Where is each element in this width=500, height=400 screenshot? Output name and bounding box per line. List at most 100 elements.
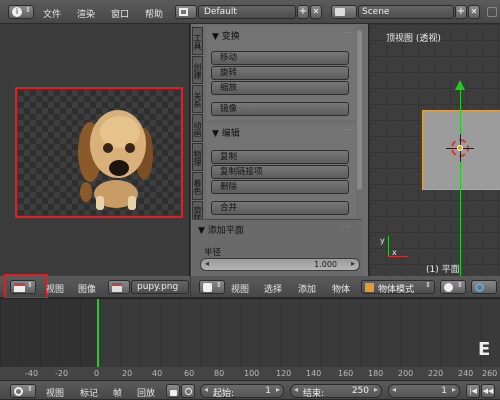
timeline-tick: 240 (458, 369, 474, 378)
timeline-tick: 180 (368, 369, 384, 378)
rotate-button[interactable]: 旋转 (211, 66, 349, 80)
play-reverse-button[interactable]: ◀◀ (481, 384, 495, 398)
timeline-tick: 0 (94, 369, 100, 378)
current-frame-line[interactable] (97, 299, 99, 367)
timeline-tick: -40 (25, 369, 39, 378)
tab-physics[interactable]: 物理 (192, 143, 203, 171)
sphere-shading-icon (444, 283, 453, 292)
menu-file[interactable]: 文件 (43, 7, 61, 20)
image-editor-header: ⇕ 视图 图像 pupy.png (0, 274, 190, 299)
object-mode-icon (365, 283, 374, 292)
timeline-tick: 40 (152, 369, 163, 378)
mirror-button[interactable]: 镜像 (211, 102, 349, 116)
timeline-view-menu[interactable]: 视图 (46, 386, 64, 399)
viewport-title: 顶视图 (透视) (386, 34, 441, 44)
interaction-mode-dropdown[interactable]: 物体模式 ⇕ (361, 280, 435, 295)
image-name-field[interactable]: pupy.png (131, 280, 189, 294)
scene-add-button[interactable]: + (455, 5, 467, 19)
image-editor-icon (14, 283, 25, 292)
chevron-left-icon[interactable]: ◂ (294, 385, 298, 394)
end-frame-label: 结束: (303, 389, 325, 399)
axis-gizmo-y (388, 236, 389, 256)
timeline-frame-menu[interactable]: 帧 (113, 386, 122, 399)
timeline-tick: 20 (122, 369, 133, 378)
chevron-left-icon[interactable]: ◂ (205, 259, 209, 268)
tool-shelf-scrollbar[interactable] (357, 30, 362, 190)
lock-toggle[interactable] (166, 384, 180, 398)
close-icon: ✕ (312, 7, 320, 16)
scene-icon-button[interactable] (331, 5, 357, 19)
tab-create[interactable]: 创建 (192, 56, 203, 84)
jump-start-button[interactable]: |◀ (466, 384, 480, 398)
layout-icon-button[interactable] (175, 5, 197, 19)
timeline-ruler[interactable]: -40 -20 0 20 40 60 80 100 120 140 160 18… (0, 367, 500, 381)
menu-window[interactable]: 窗口 (111, 7, 129, 20)
viewport-select-menu[interactable]: 选择 (264, 282, 282, 295)
pivot-dropdown[interactable] (471, 280, 497, 294)
timeline-tick: 260 (482, 369, 498, 378)
viewport-view-menu[interactable]: 视图 (231, 282, 249, 295)
edit-panel: ▼ 编辑 ⋯ 复制 复制链接项 删除 合并 (206, 123, 356, 217)
current-frame-field[interactable]: ◂ 1 ▸ (388, 384, 460, 398)
chevron-right-icon[interactable]: ▸ (276, 385, 280, 394)
layout-add-button[interactable]: + (297, 5, 309, 19)
viewport-object-menu[interactable]: 物体 (332, 282, 350, 295)
tab-tools[interactable]: 工具 (192, 27, 203, 55)
drag-handle-icon[interactable]: ⋯ (344, 28, 352, 37)
chevron-right-icon[interactable]: ▸ (374, 385, 378, 394)
duplicate-linked-button[interactable]: 复制链接项 (211, 165, 349, 179)
rewind-icon: ◀◀ (482, 387, 494, 395)
menu-help[interactable]: 帮助 (145, 7, 163, 20)
viewport-add-menu[interactable]: 添加 (298, 282, 316, 295)
preview-range-toggle[interactable] (181, 384, 195, 398)
clock-icon (185, 388, 192, 395)
puppy-image (78, 110, 153, 210)
chevron-down-icon: ⇕ (457, 281, 463, 289)
add-plane-title[interactable]: ▼ 添加平面 (198, 223, 244, 236)
transform-panel-title[interactable]: ▼ 变换 (212, 29, 240, 42)
chevron-left-icon[interactable]: ◂ (204, 385, 208, 394)
start-frame-field[interactable]: ◂ 起始: 1 ▸ (200, 384, 284, 399)
editor-type-button[interactable]: ⇕ (10, 280, 36, 294)
tab-animation[interactable]: 动画 (192, 114, 203, 142)
radius-field[interactable]: ◂ 1.000 ▸ (200, 258, 360, 271)
duplicate-button[interactable]: 复制 (211, 150, 349, 164)
scene-delete-button[interactable]: ✕ (468, 5, 480, 19)
info-editor-type-button[interactable]: i ⇕ (8, 5, 34, 19)
drag-handle-icon[interactable]: ⋯ (342, 222, 350, 231)
edit-panel-title[interactable]: ▼ 编辑 (212, 126, 240, 139)
scale-button[interactable]: 缩放 (211, 81, 349, 95)
viewport-editor-type-button[interactable]: ⇕ (199, 280, 225, 294)
pivot-icon (475, 283, 484, 292)
tool-tab-strip: 工具 创建 关系 动画 物理 着色 旋转 (192, 27, 204, 227)
image-browse-button[interactable] (108, 280, 130, 294)
start-frame-label: 起始: (213, 389, 235, 399)
start-frame-value: 1 (265, 386, 271, 396)
tab-shading[interactable]: 着色 (192, 172, 203, 200)
chevron-right-icon[interactable]: ▸ (351, 259, 355, 268)
timeline-marker-menu[interactable]: 标记 (80, 386, 98, 399)
timeline-playback-menu[interactable]: 回放 (137, 386, 155, 399)
axis-gizmo-y-label: y (380, 236, 385, 245)
axis-arrow-up-icon[interactable] (455, 80, 465, 90)
shading-dropdown[interactable]: ⇕ (440, 280, 466, 294)
layout-dropdown[interactable]: Default (198, 5, 296, 19)
end-frame-field[interactable]: ◂ 结束: 250 ▸ (290, 384, 382, 399)
image-image-menu[interactable]: 图像 (78, 282, 96, 295)
scene-dropdown[interactable]: Scene (358, 5, 454, 19)
image-filename: pupy.png (137, 282, 179, 292)
timeline-tick: 200 (398, 369, 414, 378)
3d-viewport: 顶视图 (透视) y x (1) 平面 (370, 24, 500, 276)
move-button[interactable]: 移动 (211, 51, 349, 65)
layout-delete-button[interactable]: ✕ (310, 5, 322, 19)
join-button[interactable]: 合并 (211, 201, 349, 215)
timeline-tick: 100 (244, 369, 260, 378)
delete-button[interactable]: 删除 (211, 180, 349, 194)
image-view-menu[interactable]: 视图 (46, 282, 64, 295)
chevron-left-icon[interactable]: ◂ (392, 385, 396, 394)
menu-render[interactable]: 渲染 (77, 7, 95, 20)
chevron-right-icon[interactable]: ▸ (452, 385, 456, 394)
drag-handle-icon[interactable]: ⋯ (344, 125, 352, 134)
timeline-editor-type-button[interactable]: ⇕ (10, 384, 36, 398)
tab-relations[interactable]: 关系 (192, 85, 203, 113)
